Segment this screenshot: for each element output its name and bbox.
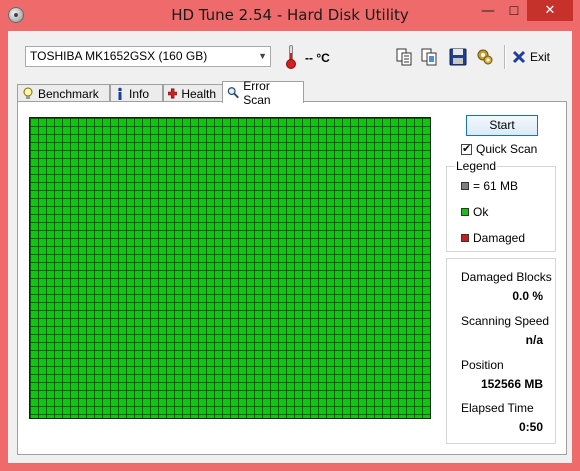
temperature-readout: -- °C — [305, 51, 330, 65]
info-icon — [118, 87, 122, 100]
legend-item-block-size: = 61 MB — [461, 179, 518, 193]
legend-item-ok: Ok — [461, 205, 488, 219]
elapsed-time-value: 0:50 — [518, 420, 543, 434]
magnifier-icon — [227, 87, 239, 99]
legend-group: Legend = 61 MB Ok Damaged — [446, 159, 556, 252]
tab-label: Error Scan — [243, 78, 271, 107]
copy-screenshot-icon[interactable] — [419, 47, 439, 67]
damaged-blocks-label: Damaged Blocks — [461, 270, 552, 284]
toolbar: TOSHIBA MK1652GSX (160 GB) ▼ -- °C Exit — [8, 31, 572, 81]
position-label: Position — [461, 358, 504, 372]
exit-button[interactable]: Exit — [512, 47, 550, 67]
chevron-down-icon[interactable]: ▼ — [258, 47, 267, 66]
elapsed-time-label: Elapsed Time — [461, 401, 534, 415]
gray-swatch-icon — [461, 182, 469, 190]
tab-label: Health — [181, 86, 216, 101]
tab-label: Benchmark — [38, 86, 99, 101]
quick-scan-label: Quick Scan — [476, 142, 538, 156]
exit-label: Exit — [530, 50, 551, 64]
toolbar-separator — [504, 45, 506, 69]
close-button[interactable]: ✕ — [527, 0, 573, 21]
title-bar[interactable]: HD Tune 2.54 - Hard Disk Utility — ☐ ✕ — [0, 0, 580, 31]
tab-info[interactable]: Info — [110, 84, 163, 102]
checkbox-checked-icon[interactable] — [461, 142, 472, 155]
tab-strip: Benchmark Info Health Error Scan — [17, 79, 567, 107]
scanning-speed-label: Scanning Speed — [461, 314, 550, 328]
legend-label: = 61 MB — [473, 179, 519, 193]
legend-label: Ok — [473, 205, 489, 219]
tab-error-scan[interactable]: Error Scan — [222, 79, 304, 107]
minimize-button[interactable]: — — [475, 0, 501, 21]
start-button[interactable]: Start — [466, 115, 538, 136]
lightbulb-icon — [23, 87, 33, 99]
scan-statistics: Damaged Blocks 0.0 % Scanning Speed n/a … — [446, 258, 556, 444]
save-icon[interactable] — [448, 47, 468, 67]
maximize-button[interactable]: ☐ — [501, 0, 527, 21]
health-cross-icon — [168, 88, 178, 99]
quick-scan-checkbox[interactable]: Quick Scan — [461, 142, 537, 156]
green-swatch-icon — [461, 208, 469, 216]
scan-block-grid — [29, 117, 431, 419]
tab-benchmark[interactable]: Benchmark — [17, 84, 110, 102]
tab-label: Info — [129, 86, 150, 101]
error-scan-panel: Start Quick Scan Legend = 61 MB Ok Damag… — [17, 101, 567, 455]
app-window: HD Tune 2.54 - Hard Disk Utility — ☐ ✕ T… — [0, 0, 580, 471]
legend-title: Legend — [455, 159, 498, 173]
drive-select[interactable]: TOSHIBA MK1652GSX (160 GB) ▼ — [25, 46, 271, 67]
thermometer-icon — [286, 45, 296, 69]
scanning-speed-value: n/a — [525, 333, 543, 347]
exit-icon — [512, 50, 526, 64]
main-client-area: TOSHIBA MK1652GSX (160 GB) ▼ -- °C Exit … — [8, 31, 572, 463]
tab-health[interactable]: Health — [163, 84, 223, 102]
red-swatch-icon — [461, 234, 469, 242]
position-value: 152566 MB — [480, 377, 543, 391]
options-icon[interactable] — [475, 47, 495, 67]
damaged-blocks-value: 0.0 % — [512, 289, 543, 303]
legend-item-damaged: Damaged — [461, 231, 525, 245]
legend-label: Damaged — [473, 231, 526, 245]
copy-text-icon[interactable] — [394, 47, 414, 67]
drive-select-value: TOSHIBA MK1652GSX (160 GB) — [30, 49, 208, 63]
